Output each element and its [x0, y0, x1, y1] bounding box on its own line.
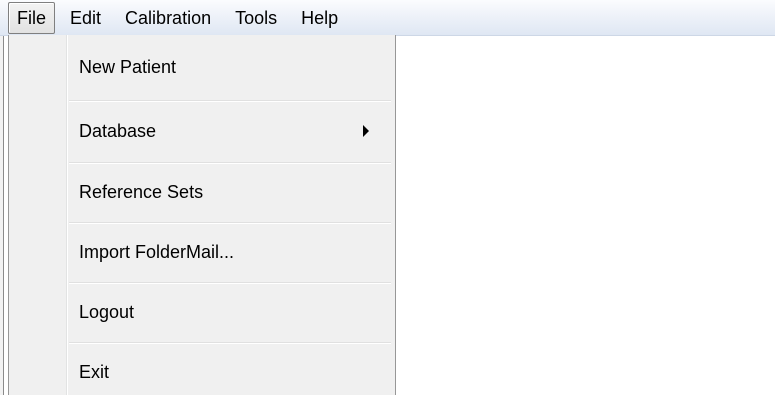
menu-item-exit[interactable]: Exit	[67, 342, 395, 395]
menu-item-logout[interactable]: Logout	[67, 282, 395, 342]
menu-item-label: Exit	[79, 361, 110, 382]
menu-icon-gutter	[9, 35, 68, 395]
menu-item-import-foldermail[interactable]: Import FolderMail...	[67, 222, 395, 282]
menu-edit[interactable]: Edit	[61, 2, 110, 34]
menu-item-label: New Patient	[79, 56, 177, 77]
menu-tools[interactable]: Tools	[226, 2, 286, 34]
menu-item-database[interactable]: Database	[67, 101, 395, 161]
menu-item-label: Import FolderMail...	[79, 241, 235, 262]
chevron-right-icon	[363, 125, 369, 137]
window-left-edge	[0, 0, 4, 395]
menu-bar: File Edit Calibration Tools Help	[0, 0, 775, 36]
menu-item-label: Reference Sets	[79, 181, 204, 202]
menu-item-label: Database	[79, 120, 157, 141]
menu-help[interactable]: Help	[292, 2, 347, 34]
file-dropdown-menu: New Patient Database Reference Sets Impo…	[8, 35, 396, 395]
application-window: File Edit Calibration Tools Help New Pat…	[0, 0, 775, 395]
menu-calibration[interactable]: Calibration	[116, 2, 220, 34]
menu-item-reference-sets[interactable]: Reference Sets	[67, 162, 395, 222]
menu-item-label: Logout	[79, 301, 135, 322]
menu-item-new-patient[interactable]: New Patient	[67, 37, 395, 97]
menu-file[interactable]: File	[8, 1, 56, 34]
